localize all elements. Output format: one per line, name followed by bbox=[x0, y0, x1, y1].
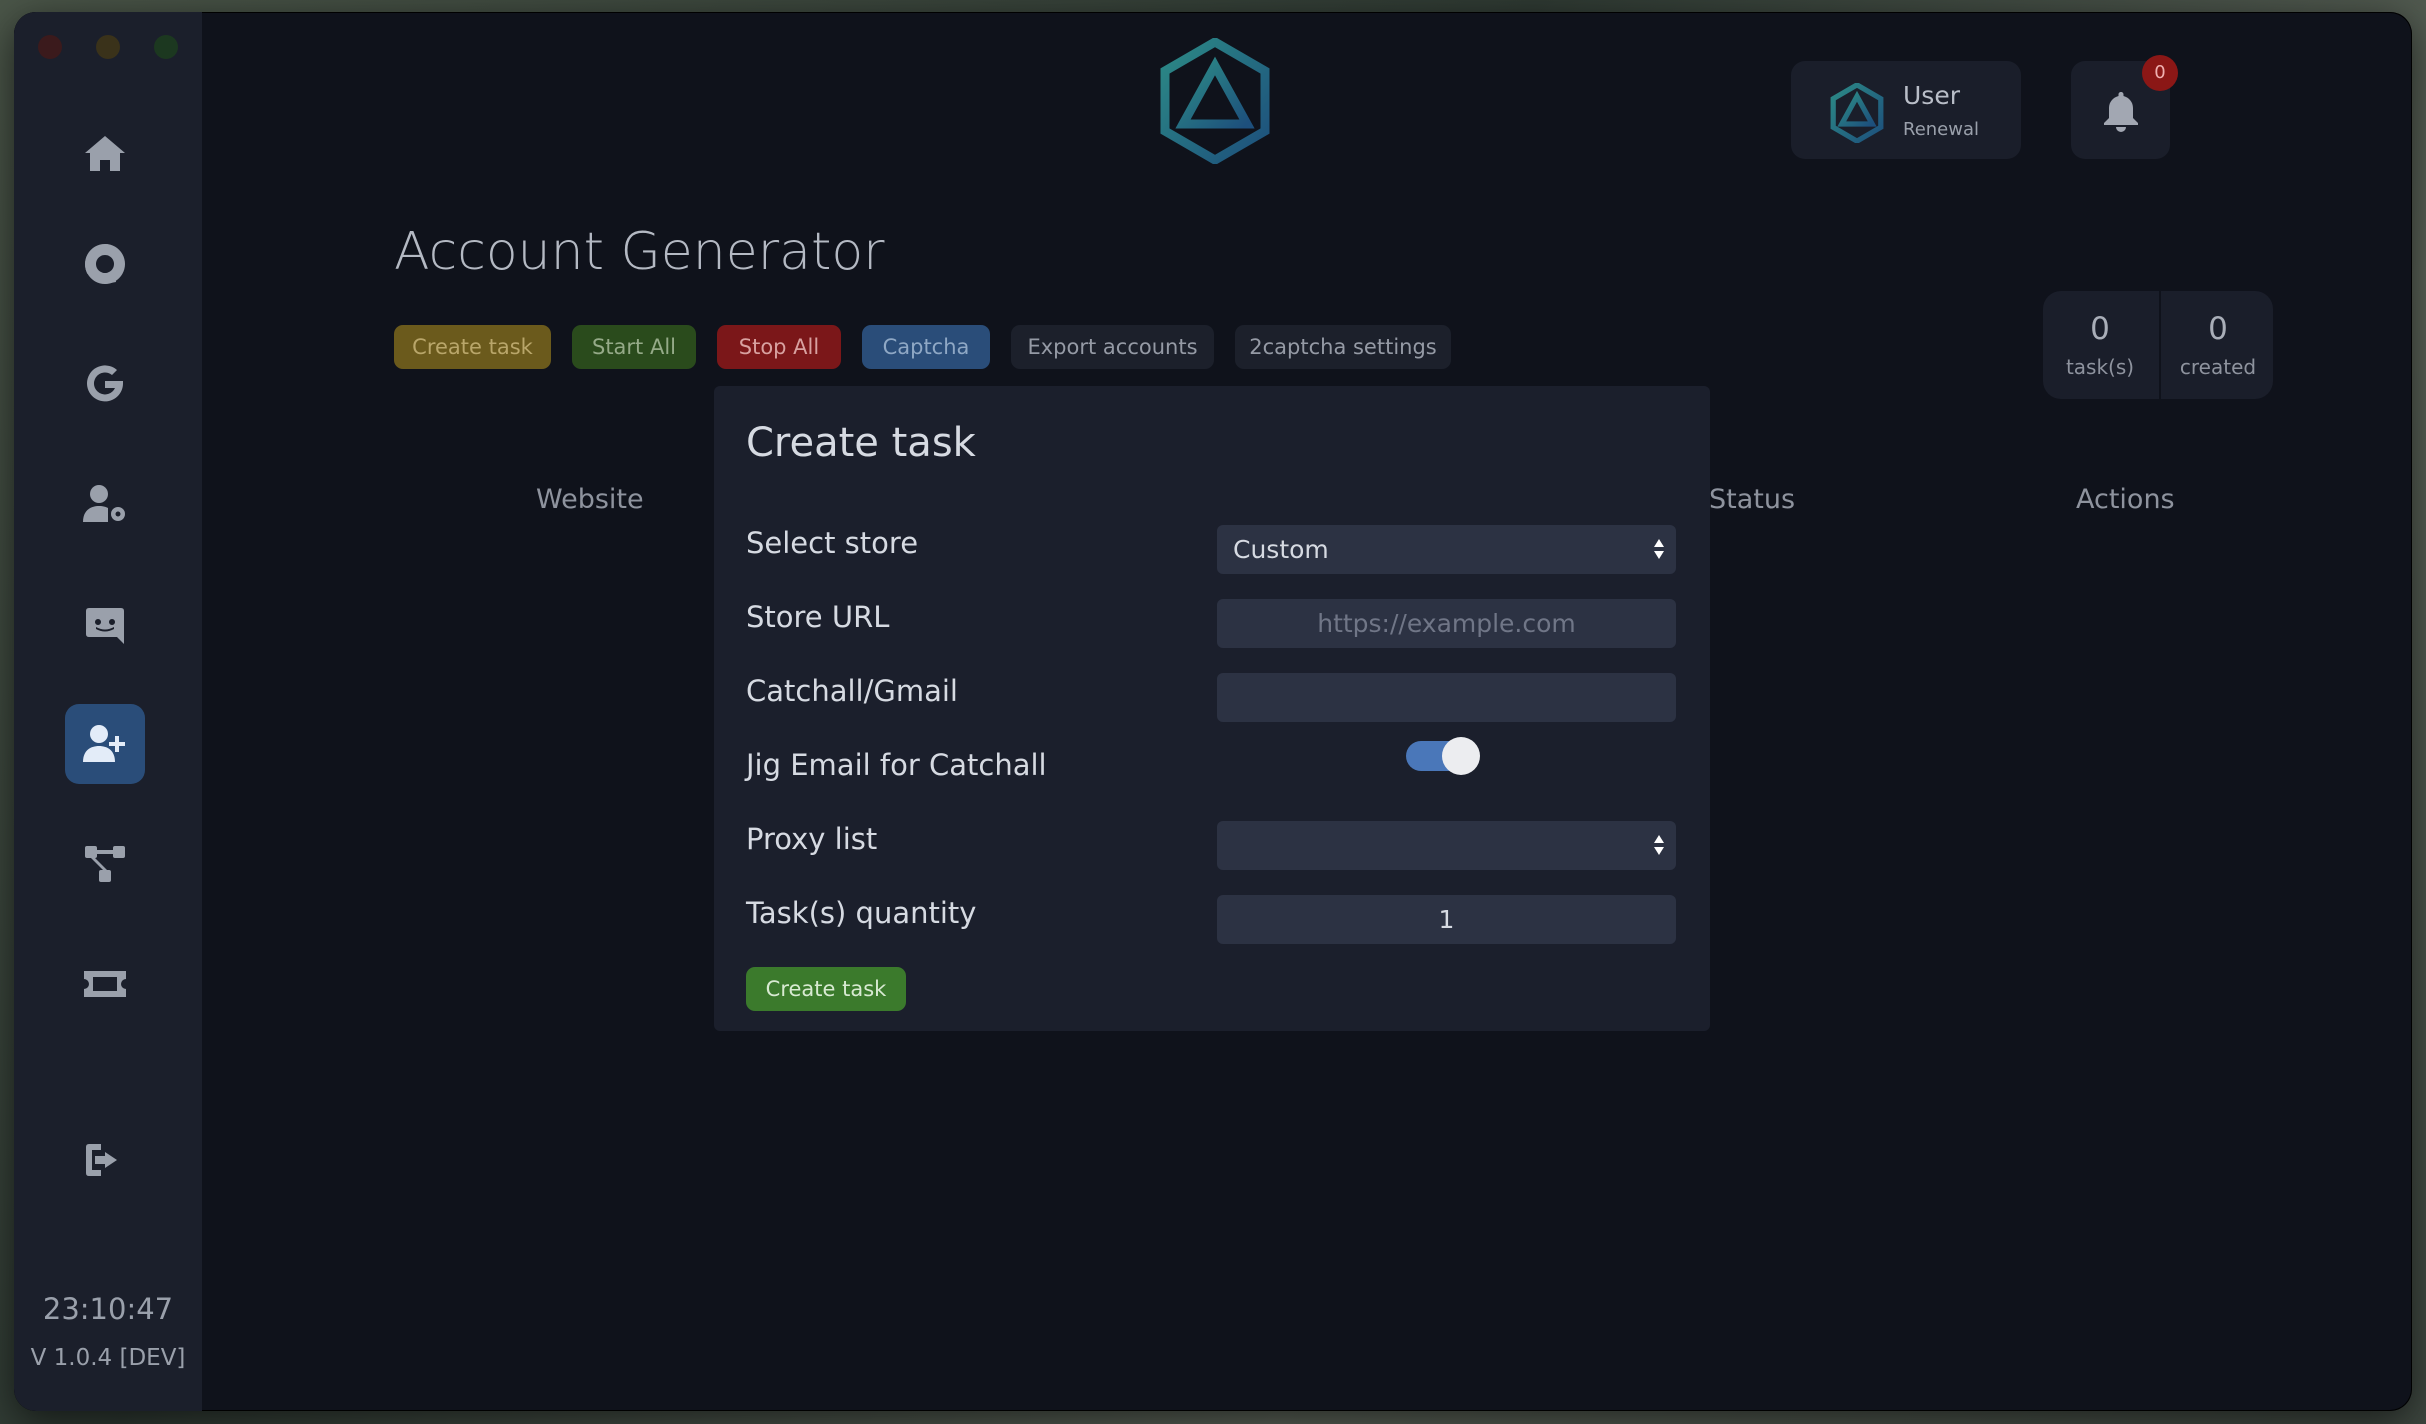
sidebar-item-home[interactable] bbox=[65, 114, 145, 194]
stop-all-button[interactable]: Stop All bbox=[717, 325, 841, 369]
select-arrows-icon bbox=[1654, 835, 1664, 855]
create-task-modal: Create task Select store Custom Store UR… bbox=[714, 386, 1710, 1031]
user-avatar bbox=[1830, 83, 1884, 143]
tasks-stat: 0 task(s) bbox=[2043, 291, 2157, 399]
sidebar-item-user-settings[interactable] bbox=[65, 464, 145, 544]
proxy-list-select[interactable] bbox=[1217, 821, 1676, 870]
store-select-value: Custom bbox=[1233, 535, 1329, 564]
create-task-button[interactable]: Create task bbox=[394, 325, 551, 369]
app-version: V 1.0.4 [DEV] bbox=[30, 1345, 186, 1371]
window-minimize-button[interactable] bbox=[96, 35, 120, 59]
task-stats: 0 task(s) 0 created bbox=[2043, 291, 2273, 399]
sidebar-item-discord[interactable] bbox=[65, 584, 145, 664]
quantity-input[interactable]: 1 bbox=[1217, 895, 1676, 944]
store-url-label: Store URL bbox=[746, 600, 890, 634]
captcha-settings-button[interactable]: 2captcha settings bbox=[1235, 325, 1451, 369]
user-settings-icon bbox=[83, 485, 125, 522]
window-maximize-button[interactable] bbox=[154, 35, 178, 59]
clock: 23:10:47 bbox=[42, 1292, 174, 1326]
store-url-placeholder: https://example.com bbox=[1317, 609, 1576, 638]
window-close-button[interactable] bbox=[38, 35, 62, 59]
sidebar-item-tickets[interactable] bbox=[65, 944, 145, 1024]
app-logo bbox=[1160, 38, 1270, 164]
column-header-website[interactable]: Website bbox=[536, 484, 644, 515]
select-arrows-icon bbox=[1654, 539, 1664, 559]
sidebar-item-chrome[interactable] bbox=[65, 224, 145, 304]
select-store-label: Select store bbox=[746, 526, 919, 560]
column-header-status[interactable]: Status bbox=[1709, 484, 1795, 515]
app-window: 23:10:47 V 1.0.4 [DEV] User Renewal 0 Ac… bbox=[14, 12, 2412, 1411]
user-profile-card[interactable]: User Renewal bbox=[1791, 61, 2021, 159]
chrome-icon bbox=[85, 244, 126, 284]
ticket-icon bbox=[84, 971, 126, 997]
catchall-label: Catchall/Gmail bbox=[746, 674, 958, 708]
quantity-label: Task(s) quantity bbox=[746, 896, 977, 930]
page-title: Account Generator bbox=[394, 222, 885, 282]
modal-create-task-button[interactable]: Create task bbox=[746, 967, 906, 1011]
proxy-list-label: Proxy list bbox=[746, 822, 878, 856]
store-select[interactable]: Custom bbox=[1217, 525, 1676, 574]
tasks-count: 0 bbox=[2090, 311, 2110, 347]
jig-email-label: Jig Email for Catchall bbox=[746, 748, 1047, 782]
user-name: User bbox=[1903, 81, 1960, 110]
created-stat: 0 created bbox=[2159, 291, 2275, 399]
network-icon bbox=[85, 846, 125, 882]
modal-title: Create task bbox=[746, 420, 976, 466]
column-header-actions: Actions bbox=[2076, 484, 2175, 515]
created-label: created bbox=[2179, 355, 2257, 379]
start-all-button[interactable]: Start All bbox=[572, 325, 696, 369]
catchall-input[interactable] bbox=[1217, 673, 1676, 722]
user-plus-icon bbox=[83, 725, 125, 762]
sidebar-item-account-generator[interactable] bbox=[65, 704, 145, 784]
sidebar-item-google[interactable] bbox=[65, 344, 145, 424]
captcha-button[interactable]: Captcha bbox=[862, 325, 990, 369]
home-icon bbox=[85, 136, 125, 171]
sidebar-item-network[interactable] bbox=[65, 824, 145, 904]
sign-out-icon bbox=[86, 1144, 117, 1176]
discord-icon bbox=[86, 608, 124, 644]
created-count: 0 bbox=[2208, 311, 2228, 347]
notification-count-badge: 0 bbox=[2142, 55, 2178, 91]
export-accounts-button[interactable]: Export accounts bbox=[1011, 325, 1214, 369]
tasks-label: task(s) bbox=[2065, 355, 2135, 379]
sidebar: 23:10:47 V 1.0.4 [DEV] bbox=[14, 12, 202, 1411]
user-plan: Renewal bbox=[1903, 119, 1980, 140]
bell-icon bbox=[2104, 92, 2138, 132]
google-icon bbox=[87, 365, 123, 402]
sidebar-logout[interactable] bbox=[65, 1120, 145, 1200]
store-url-input[interactable]: https://example.com bbox=[1217, 599, 1676, 648]
jig-email-toggle[interactable] bbox=[1406, 737, 1480, 775]
toggle-knob bbox=[1442, 737, 1480, 775]
